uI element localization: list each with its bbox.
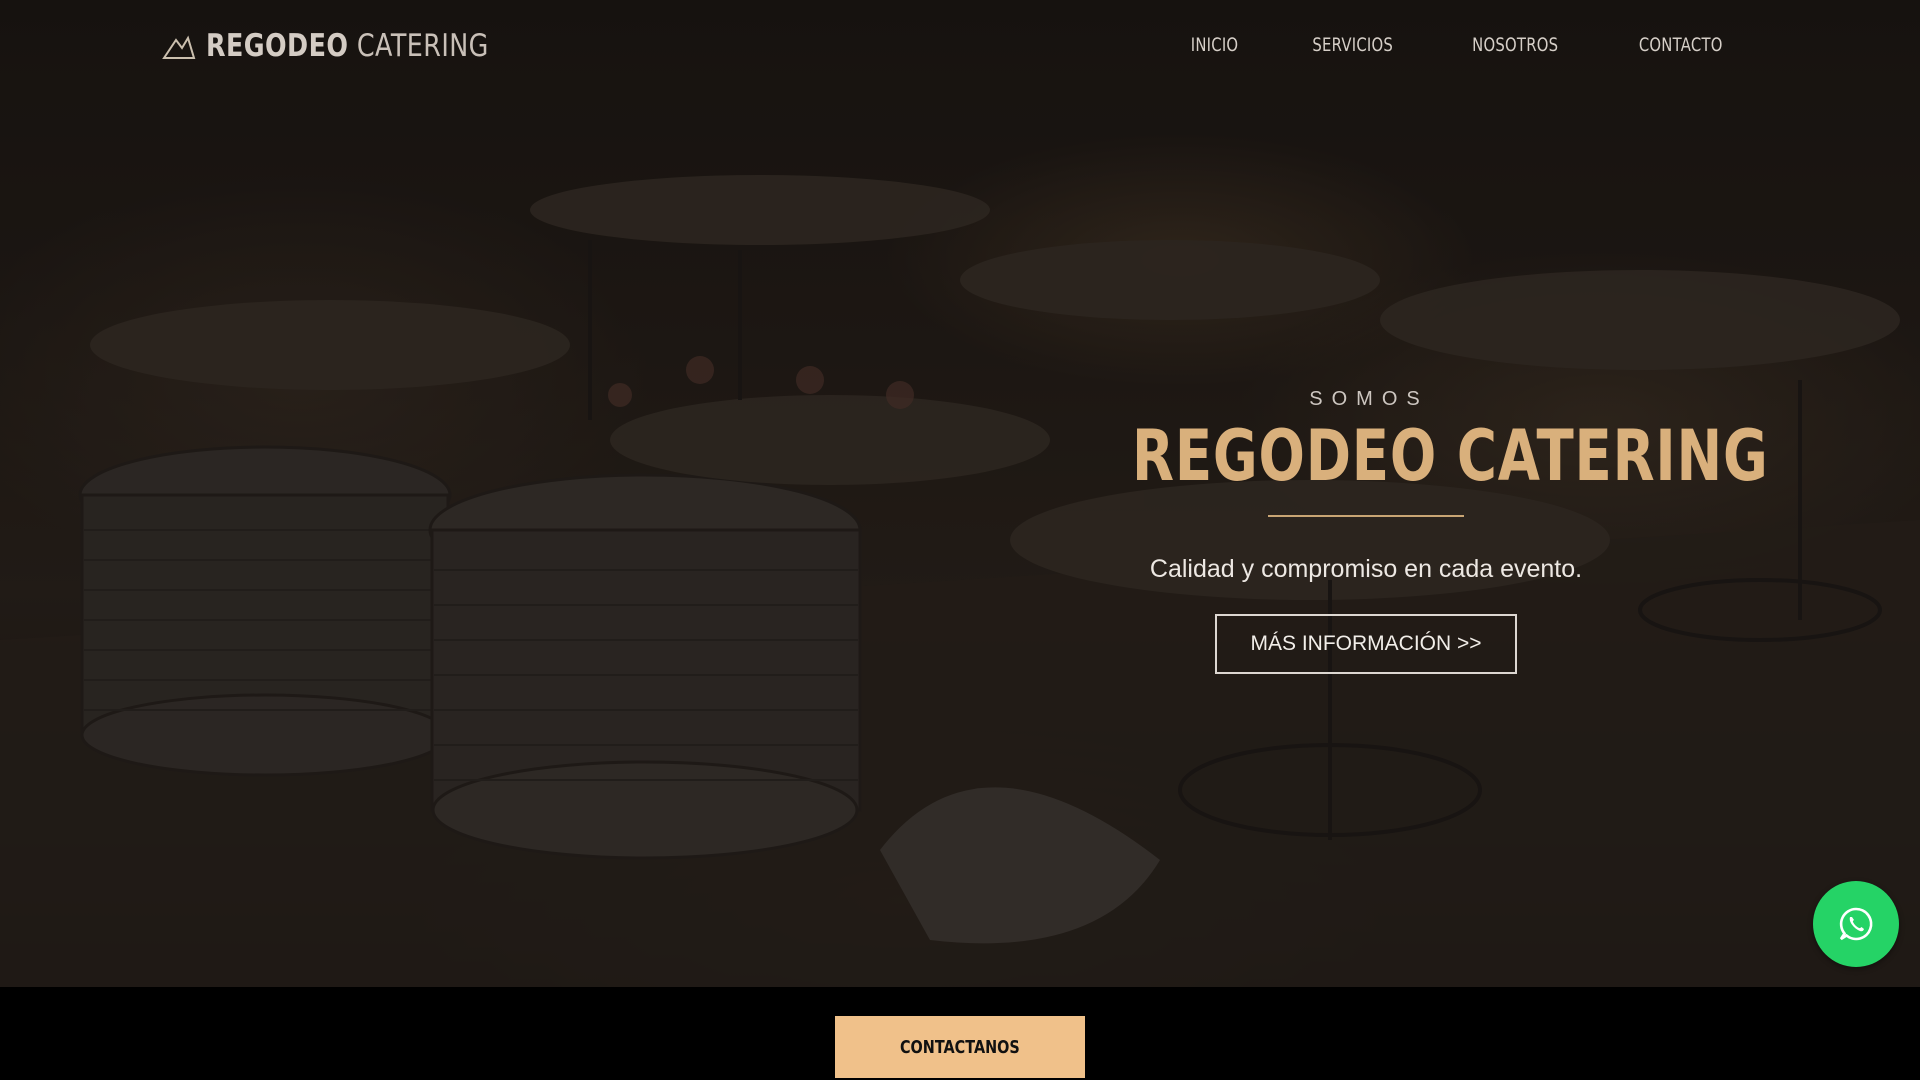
bottom-bar: CONTACTANOS (0, 987, 1920, 1080)
contact-button[interactable]: CONTACTANOS (835, 1016, 1085, 1078)
whatsapp-button[interactable] (1813, 881, 1899, 967)
whatsapp-icon (1839, 907, 1873, 941)
hero-divider (1268, 515, 1464, 517)
contact-button-label: CONTACTANOS (900, 1036, 1020, 1058)
hero-content: SOMOS REGODEO CATERING Calidad y comprom… (1066, 388, 1769, 674)
nav-inicio[interactable]: INICIO (1190, 34, 1238, 56)
nav-contacto[interactable]: CONTACTO (1638, 34, 1722, 56)
hero-subtitle: Calidad y compromiso en cada evento. (1149, 555, 1583, 583)
logo-text-light: CATERING (356, 28, 489, 64)
logo-text: REGODEO CATERING (206, 28, 489, 64)
nav-nosotros[interactable]: NOSOTROS (1472, 34, 1558, 56)
nav-servicios[interactable]: SERVICIOS (1312, 34, 1393, 56)
more-info-button[interactable]: MÁS INFORMACIÓN >> (1215, 614, 1517, 674)
main-nav: INICIO SERVICIOS NOSOTROS CONTACTO (1184, 34, 1734, 56)
chef-hat-icon (162, 35, 196, 59)
hero-section: REGODEO CATERING INICIO SERVICIOS NOSOTR… (0, 0, 1920, 987)
hero-kicker: SOMOS (1309, 388, 1429, 410)
logo-text-bold: REGODEO (206, 28, 349, 64)
hero-title: REGODEO CATERING (1132, 415, 1769, 497)
site-logo[interactable]: REGODEO CATERING (162, 28, 551, 64)
